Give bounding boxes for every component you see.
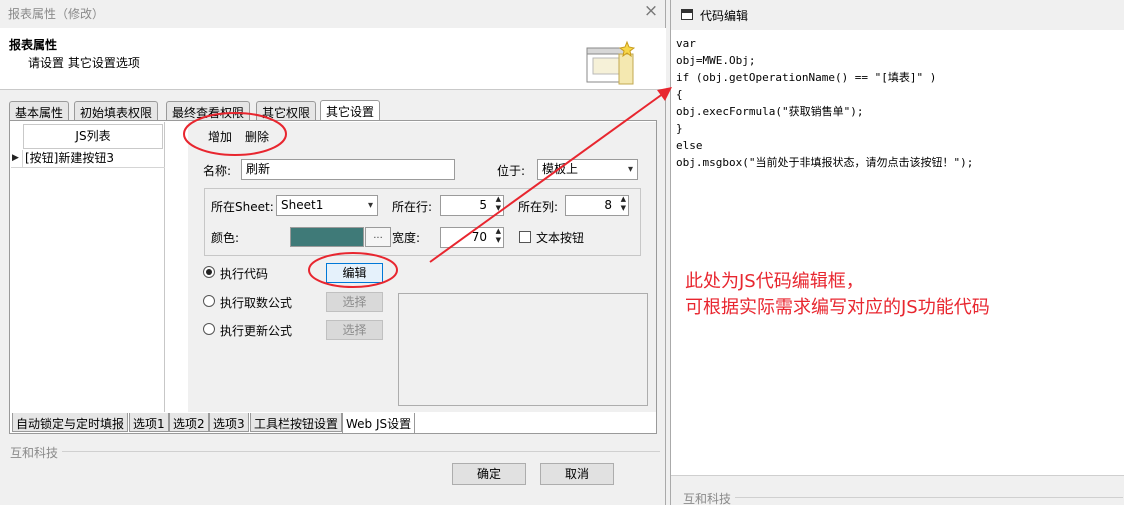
fetch-formula-radio[interactable] [203,295,215,307]
add-button[interactable]: 增加 [208,128,232,145]
text-button-label: 文本按钮 [536,231,585,245]
chevron-down-icon: ▾ [627,164,633,175]
sheet-select-value: Sheet1 [281,198,324,212]
update-formula-radio[interactable] [203,323,215,335]
close-icon[interactable]: × [642,2,660,20]
width-value: 70 [471,230,487,244]
dialog-header: 报表属性 请设置 其它设置选项 [0,28,666,90]
ok-button[interactable]: 确定 [452,463,526,485]
sheet-label: 所在Sheet: [211,200,274,214]
text-button-checkbox[interactable] [519,231,531,243]
row-stepper[interactable]: 5 ▲ ▼ [440,195,504,216]
tab-content: JS列表 ▶ [按钮]新建按钮3 增加 删除 名称: 刷新 位于: 模板上 ▾ … [9,120,657,434]
editor-title: 代码编辑 [700,9,749,23]
color-label: 颜色: [211,231,240,245]
tab-other-settings[interactable]: 其它设置 [320,100,381,121]
code-line: obj=MWE.Obj; [676,54,756,67]
tab-auto-lock-timed-fill[interactable]: 自动锁定与定时填报 [12,413,129,432]
code-line: if (obj.getOperationName() == "[填表]" ) [676,71,937,84]
code-line: } [676,122,683,135]
col-label: 所在列: [518,200,559,214]
js-list-item-label: [按钮]新建按钮3 [25,151,114,165]
cancel-button[interactable]: 取消 [540,463,614,485]
row-pointer-icon: ▶ [12,153,19,163]
tab-final-view-permission[interactable]: 最终查看权限 [166,101,251,120]
row-value: 5 [479,198,487,212]
spin-arrows-icon[interactable]: ▲ ▼ [621,195,626,213]
code-line: { [676,88,683,101]
spin-arrows-icon[interactable]: ▲ ▼ [496,195,501,213]
js-settings-panel: 增加 删除 名称: 刷新 位于: 模板上 ▾ 所在Sheet: Sheet1 ▾… [188,122,656,412]
code-textarea[interactable]: var obj=MWE.Obj; if (obj.getOperationNam… [676,35,1121,171]
formula-preview-box[interactable] [398,293,648,406]
annotation-line-2: 可根据实际需求编写对应的JS功能代码 [685,297,990,318]
header-title: 报表属性 [9,38,58,52]
tab-basic-properties[interactable]: 基本属性 [9,101,70,120]
color-swatch[interactable] [290,227,364,247]
select-fetch-formula-button[interactable]: 选择 [326,292,383,312]
tab-option-1[interactable]: 选项1 [129,413,169,432]
tab-option-3[interactable]: 选项3 [209,413,249,432]
update-formula-label: 执行更新公式 [220,324,293,338]
width-stepper[interactable]: 70 ▲ ▼ [440,227,504,248]
delete-button[interactable]: 删除 [245,128,269,145]
spin-arrows-icon[interactable]: ▲ ▼ [496,227,501,245]
position-label: 位于: [497,164,526,178]
tab-other-permissions[interactable]: 其它权限 [256,101,317,120]
footer-divider [735,497,1123,498]
editor-titlebar: 代码编辑 [671,0,1124,30]
fetch-formula-label: 执行取数公式 [220,296,293,310]
editor-brand-label: 互和科技 [683,492,732,505]
width-label: 宽度: [392,231,421,245]
js-list-header: JS列表 [23,124,163,149]
tab-web-js-settings[interactable]: Web JS设置 [342,413,416,434]
chevron-down-icon: ▾ [367,200,373,211]
js-list-item[interactable]: ▶ [按钮]新建按钮3 [11,150,165,168]
placement-group: 所在Sheet: Sheet1 ▾ 所在行: 5 ▲ ▼ 所在列: 8 ▲ ▼ 颜色… [204,188,641,256]
code-line: var [676,37,696,50]
name-input[interactable]: 刷新 [241,159,455,180]
tab-initial-fill-permission[interactable]: 初始填表权限 [74,101,159,120]
brand-label: 互和科技 [10,446,59,460]
header-subtitle: 请设置 其它设置选项 [28,56,140,70]
window-settings-icon [586,40,635,85]
select-update-formula-button[interactable]: 选择 [326,320,383,340]
run-code-label: 执行代码 [220,267,269,281]
annotation-text: 此处为JS代码编辑框， 可根据实际需求编写对应的JS功能代码 [685,269,990,321]
tab-option-2[interactable]: 选项2 [169,413,209,432]
run-code-radio[interactable] [203,266,215,278]
dialog-title: 报表属性（修改） [8,7,105,21]
code-editor-window: 代码编辑 var obj=MWE.Obj; if (obj.getOperati… [670,0,1124,505]
window-icon [681,9,693,20]
name-label: 名称: [203,164,232,178]
position-select[interactable]: 模板上 ▾ [537,159,638,180]
code-line: else [676,139,703,152]
code-line: obj.msgbox("当前处于非填报状态，请勿点击该按钮！"); [676,156,974,169]
annotation-line-1: 此处为JS代码编辑框， [685,271,864,292]
tab-toolbar-button-settings[interactable]: 工具栏按钮设置 [250,413,343,432]
report-properties-dialog: 报表属性（修改） × 报表属性 请设置 其它设置选项 基本属性 初始填表权限 最… [0,0,666,505]
footer-divider [62,451,660,452]
col-value: 8 [604,198,612,212]
position-select-value: 模板上 [542,162,579,176]
code-line: obj.execFormula("获取销售单"); [676,105,864,118]
edit-button[interactable]: 编辑 [326,263,383,283]
editor-footer: 互和科技 [671,475,1124,505]
row-label: 所在行: [392,200,433,214]
sheet-select[interactable]: Sheet1 ▾ [276,195,378,216]
js-list: JS列表 ▶ [按钮]新建按钮3 [11,122,165,412]
color-picker-button[interactable]: ... [365,227,391,247]
col-stepper[interactable]: 8 ▲ ▼ [565,195,629,216]
